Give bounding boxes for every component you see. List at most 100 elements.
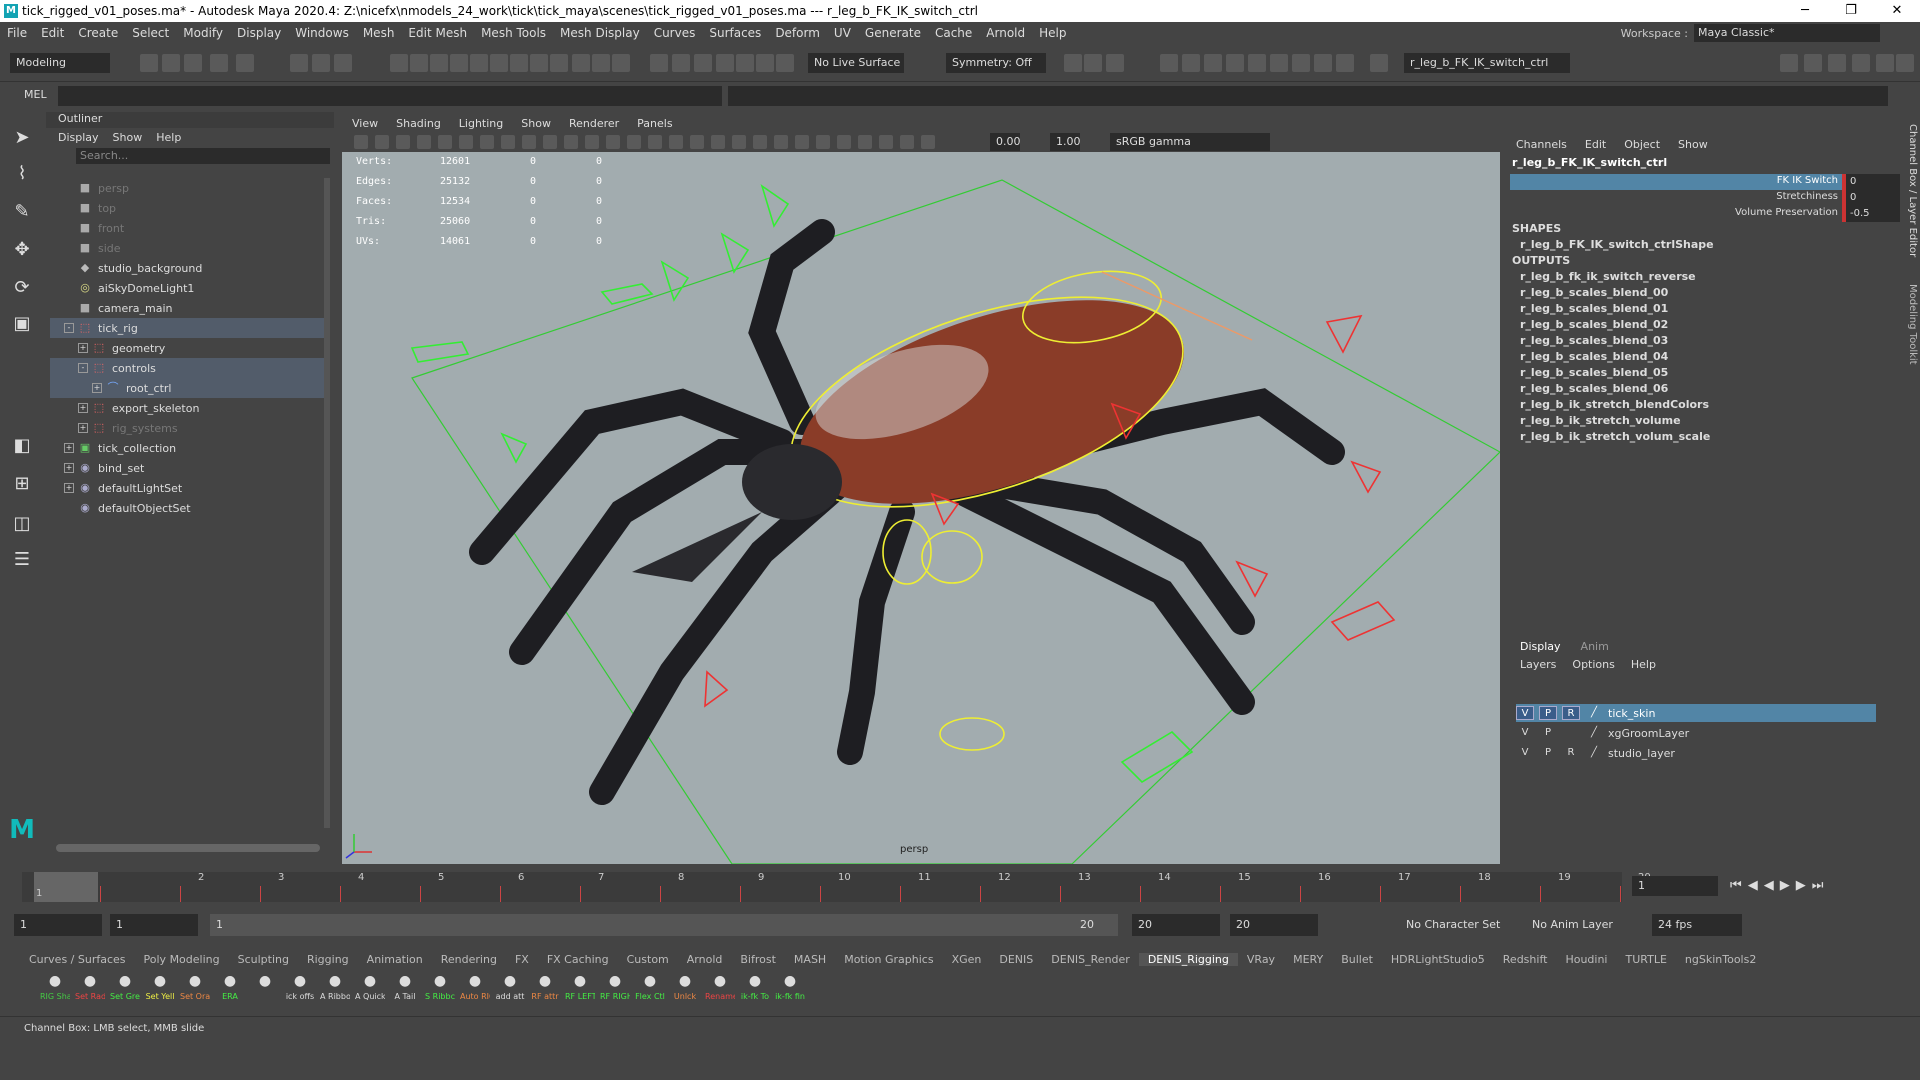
outliner-menu-help[interactable]: Help — [156, 131, 181, 144]
viewport-menu-shading[interactable]: Shading — [396, 117, 441, 130]
four-view-icon[interactable]: ⊞ — [8, 470, 36, 498]
exposure-field[interactable]: 0.00 — [990, 133, 1021, 151]
output-node[interactable]: r_leg_b_scales_blend_04 — [1520, 350, 1668, 363]
outliner-item[interactable]: - ⬚ controls — [50, 358, 324, 378]
lasso-tool-icon[interactable]: ⌇ — [8, 160, 36, 188]
viewport-toolbar-icon[interactable] — [417, 135, 431, 149]
range-slider-bar[interactable]: 1 20 — [210, 914, 1118, 936]
menu-set-dropdown[interactable]: Modeling — [10, 53, 110, 73]
layer-menu-options[interactable]: Options — [1572, 658, 1614, 671]
viewport-toolbar-icon[interactable] — [669, 135, 683, 149]
layer-toggle-v[interactable]: V — [1516, 706, 1534, 720]
menu-mesh-display[interactable]: Mesh Display — [553, 26, 647, 40]
shelf-button[interactable]: ● Set Gre — [110, 970, 140, 1006]
scale-tool-icon[interactable]: ▣ — [8, 310, 36, 338]
expand-toggle-icon[interactable] — [64, 203, 74, 213]
shelf-button[interactable]: ● RF RIGH — [600, 970, 630, 1006]
shelf-tab[interactable]: Rigging — [298, 953, 358, 966]
channel-row[interactable]: Stretchiness 0 — [1510, 190, 1900, 206]
shelf-button[interactable]: ● Set Ora — [180, 970, 210, 1006]
menu-deform[interactable]: Deform — [768, 26, 827, 40]
output-node[interactable]: r_leg_b_scales_blend_02 — [1520, 318, 1668, 331]
viewport-toolbar-icon[interactable] — [606, 135, 620, 149]
shelf-tab[interactable]: FX — [506, 953, 538, 966]
time-slider[interactable]: 1234567891011121314151617181920 1 ⏮◀◀▶▶⏭ — [0, 870, 1920, 904]
layer-toggle-r[interactable]: R — [1562, 746, 1580, 760]
shelf-button[interactable]: ● RIG Sha — [40, 970, 70, 1006]
channel-value-field[interactable]: 0 — [1842, 190, 1900, 206]
channel-row[interactable]: Volume Preservation -0.5 — [1510, 206, 1900, 222]
channel-value-field[interactable]: 0 — [1842, 174, 1900, 190]
outliner-h-scrollbar[interactable] — [56, 844, 320, 852]
outliner-item[interactable]: ◆ studio_background — [50, 258, 324, 278]
viewport-toolbar-icon[interactable] — [396, 135, 410, 149]
shelf-button[interactable]: ● RF LEFT — [565, 970, 595, 1006]
toolbar-icon[interactable] — [1780, 54, 1798, 72]
viewport-toolbar-icon[interactable] — [564, 135, 578, 149]
toolbar-icon[interactable] — [140, 54, 158, 72]
toolbar-icon[interactable] — [162, 54, 180, 72]
range-end-field[interactable]: 20 — [1132, 914, 1220, 936]
toolbar-icon[interactable] — [1270, 54, 1288, 72]
menu-help[interactable]: Help — [1032, 26, 1073, 40]
expand-toggle-icon[interactable] — [64, 243, 74, 253]
menu-arnold[interactable]: Arnold — [979, 26, 1032, 40]
toolbar-icon[interactable] — [572, 54, 590, 72]
toolbar-icon[interactable] — [510, 54, 528, 72]
outliner-item[interactable]: + ⌒ root_ctrl — [50, 378, 324, 398]
shelf-tab[interactable]: Animation — [358, 953, 432, 966]
viewport-toolbar-icon[interactable] — [900, 135, 914, 149]
viewport-toolbar-icon[interactable] — [690, 135, 704, 149]
shelf-tab[interactable]: Bifrost — [731, 953, 785, 966]
channelbox-menu-edit[interactable]: Edit — [1585, 138, 1606, 151]
layer-name[interactable]: xgGroomLayer — [1608, 727, 1689, 740]
expand-toggle-icon[interactable]: + — [92, 383, 102, 393]
shelf-tab[interactable]: Bullet — [1332, 953, 1382, 966]
output-node[interactable]: r_leg_b_ik_stretch_volum_scale — [1520, 430, 1710, 443]
shelf-button[interactable]: ● add att — [495, 970, 525, 1006]
single-view-icon[interactable]: ◧ — [8, 432, 36, 460]
viewport-toolbar-icon[interactable] — [522, 135, 536, 149]
outliner-item[interactable]: ◉ defaultObjectSet — [50, 498, 324, 518]
toolbar-icon[interactable] — [312, 54, 330, 72]
shelf-button[interactable]: ● — [250, 970, 280, 1006]
maximize-button[interactable]: ❐ — [1828, 0, 1874, 22]
output-node[interactable]: r_leg_b_scales_blend_06 — [1520, 382, 1668, 395]
menu-display[interactable]: Display — [230, 26, 288, 40]
viewport-menu-lighting[interactable]: Lighting — [459, 117, 503, 130]
toolbar-icon[interactable] — [430, 54, 448, 72]
toolbar-icon[interactable] — [450, 54, 468, 72]
viewport-menu-panels[interactable]: Panels — [637, 117, 672, 130]
output-node[interactable]: r_leg_b_ik_stretch_blendColors — [1520, 398, 1709, 411]
quick-select-field[interactable]: r_leg_b_FK_IK_switch_ctrl — [1404, 53, 1570, 73]
menu-modify[interactable]: Modify — [176, 26, 230, 40]
layer-tab-display[interactable]: Display — [1520, 640, 1561, 653]
menu-generate[interactable]: Generate — [858, 26, 928, 40]
move-tool-icon[interactable]: ✥ — [8, 236, 36, 264]
expand-toggle-icon[interactable] — [64, 183, 74, 193]
playback-controls[interactable]: ⏮◀◀▶▶⏭ — [1730, 878, 1829, 893]
shelf-tab[interactable]: DENIS — [990, 953, 1042, 966]
viewport-toolbar-icon[interactable] — [774, 135, 788, 149]
output-node[interactable]: r_leg_b_scales_blend_05 — [1520, 366, 1668, 379]
live-surface-field[interactable]: No Live Surface — [808, 53, 904, 73]
outliner-item[interactable]: + ▣ tick_collection — [50, 438, 324, 458]
symmetry-dropdown[interactable]: Symmetry: Off — [946, 53, 1046, 73]
colorspace-dropdown[interactable]: sRGB gamma — [1110, 133, 1270, 151]
toolbar-icon[interactable] — [1248, 54, 1266, 72]
toolbar-icon[interactable] — [736, 54, 754, 72]
shelf-tab[interactable]: MASH — [785, 953, 835, 966]
expand-toggle-icon[interactable] — [64, 223, 74, 233]
toolbar-icon[interactable] — [550, 54, 568, 72]
shelf-tab[interactable]: Sculpting — [229, 953, 298, 966]
outliner-v-scrollbar[interactable] — [324, 178, 330, 828]
layer-toggle-p[interactable]: P — [1539, 706, 1557, 720]
end-time-field[interactable]: 20 — [1230, 914, 1318, 936]
viewport-toolbar-icon[interactable] — [480, 135, 494, 149]
toolbar-icon[interactable] — [410, 54, 428, 72]
menu-uv[interactable]: UV — [827, 26, 858, 40]
viewport-menu-show[interactable]: Show — [521, 117, 551, 130]
layer-tab-anim[interactable]: Anim — [1581, 640, 1609, 653]
layer-color-swatch[interactable]: ╱ — [1585, 706, 1603, 720]
toolbar-icon[interactable] — [1314, 54, 1332, 72]
